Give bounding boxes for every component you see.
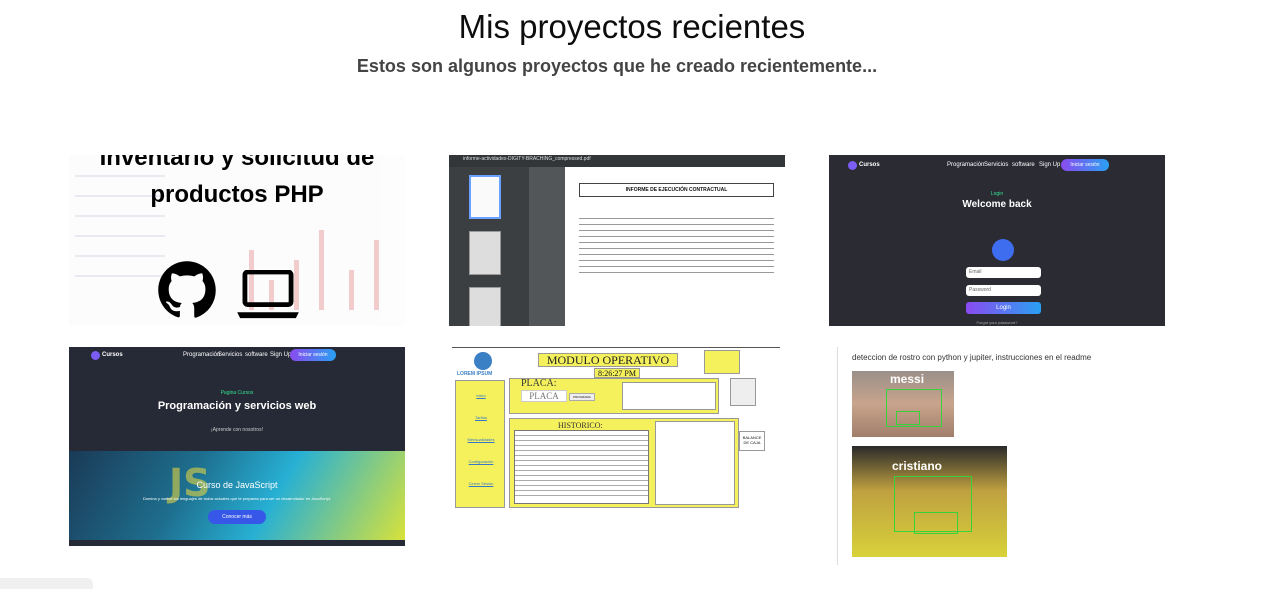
face-label: messi [890,372,925,386]
pdf-toolbar: informe-actividades-DIGITY-BRACHING_comp… [449,155,785,167]
banner-button[interactable]: Conocer más [208,510,266,524]
project-card-informe[interactable]: informe-actividades-DIGITY-BRACHING_comp… [449,155,785,326]
pdf-filename: informe-actividades-DIGITY-BRACHING_comp… [463,156,591,162]
email-field[interactable]: Email [966,267,1041,278]
project-card-inventario[interactable]: Inventario y solicitud de productos PHP [69,155,405,326]
hero-subtitle: ¡Aprende con nosotros! [211,427,263,433]
historico-table [514,430,649,504]
login-button[interactable]: Login [966,302,1041,314]
nav-link[interactable]: software [1012,162,1035,168]
status-chip [0,578,93,589]
nav-login-button[interactable]: Iniciar sesión [290,349,336,361]
password-field[interactable]: Password [966,285,1041,296]
menu-link[interactable]: Inicio [456,393,506,398]
laptop-icon[interactable] [237,269,299,320]
project-card-rostro[interactable]: deteccion de rostro con python y jupiter… [837,347,1137,565]
logo-icon [91,351,100,360]
placa-button[interactable]: PROGRAMA [569,393,595,401]
nav-link[interactable]: Servicios [984,162,1008,168]
pdf-thumbnails [449,167,529,326]
vehicle-icon[interactable] [730,378,756,406]
login-small-label: Login [990,191,1004,197]
nav-link[interactable]: software [245,352,268,358]
nav-link[interactable]: Servicios [218,352,242,358]
logo-icon [848,161,857,170]
historico-label: HISTORICO: [558,421,603,430]
user-icon [992,239,1014,261]
face-image-1: messi [852,371,954,437]
menu-link[interactable]: Cerrar Sesión [456,481,506,486]
face-image-2: cristiano [852,446,1007,557]
banner-title: Curso de JavaScript [196,480,278,490]
svg-text:LOREM IPSUM: LOREM IPSUM [457,371,492,377]
clock: 8:26:27 PM [594,368,640,378]
face-label: cristiano [892,459,943,473]
navbar: Cursos Programación Servicios software S… [829,155,1165,177]
project-title: Inventario y solicitud de productos PHP [99,155,375,208]
lorem-logo: LOREM IPSUM [455,351,499,377]
page-subtitle: Estos son algunos proyectos que he cread… [356,56,878,76]
menu-link[interactable]: Mensualidades [456,437,506,442]
side-menu: Inicio Tarifas Mensualidades Configuraci… [455,380,505,508]
modulo-title: MODULO OPERATIVO [538,353,678,367]
nav-link[interactable]: Sign Up [270,352,291,358]
project-card-modulo[interactable]: LOREM IPSUM MODULO OPERATIVO 8:26:27 PM … [452,347,780,508]
page-title: Mis proyectos recientes [458,8,806,45]
pdf-heading: INFORME DE EJECUCIÓN CONTRACTUAL [579,183,774,197]
nav-link[interactable]: Sign Up [1039,162,1060,168]
course-banner: JS Curso de JavaScript Domina y vuelve l… [69,451,405,540]
banner-description: Domina y vuelve los lenguajes de todos a… [142,496,332,501]
brand: Cursos [859,162,880,168]
placa-label: PLACA: [521,378,557,389]
project-card-login[interactable]: Cursos Programación Servicios software S… [829,155,1165,326]
pdf-page: INFORME DE EJECUCIÓN CONTRACTUAL [565,167,785,326]
nav-login-button[interactable]: Iniciar sesión [1061,159,1109,171]
github-icon[interactable] [157,260,217,320]
brand: Cursos [102,352,123,358]
balance-button[interactable]: BALANCE DE CAJA [739,431,765,451]
login-heading: Welcome back [962,199,1032,210]
menu-link[interactable]: Configuración [456,459,506,464]
pdf-thumb[interactable] [469,287,501,326]
nav-link[interactable]: Programación [947,162,984,168]
pdf-thumb[interactable] [469,231,501,275]
nav-link[interactable]: Programación [183,352,220,358]
project-caption: deteccion de rostro con python y jupiter… [852,353,1092,362]
pdf-thumb[interactable] [469,175,501,219]
info-box [704,350,740,374]
placa-output [622,382,716,410]
forgot-link[interactable]: Forgot your password? [829,320,1165,325]
navbar: Cursos Programación Servicios software S… [69,347,405,369]
menu-link[interactable]: Tarifas [456,415,506,420]
detail-box [655,421,735,505]
placa-input[interactable]: PLACA [521,390,567,402]
hero-small-label: Pagina Cursos [220,390,254,396]
project-card-cursos[interactable]: Cursos Programación Servicios software S… [69,347,405,546]
hero-heading: Programación y servicios web [157,400,317,412]
